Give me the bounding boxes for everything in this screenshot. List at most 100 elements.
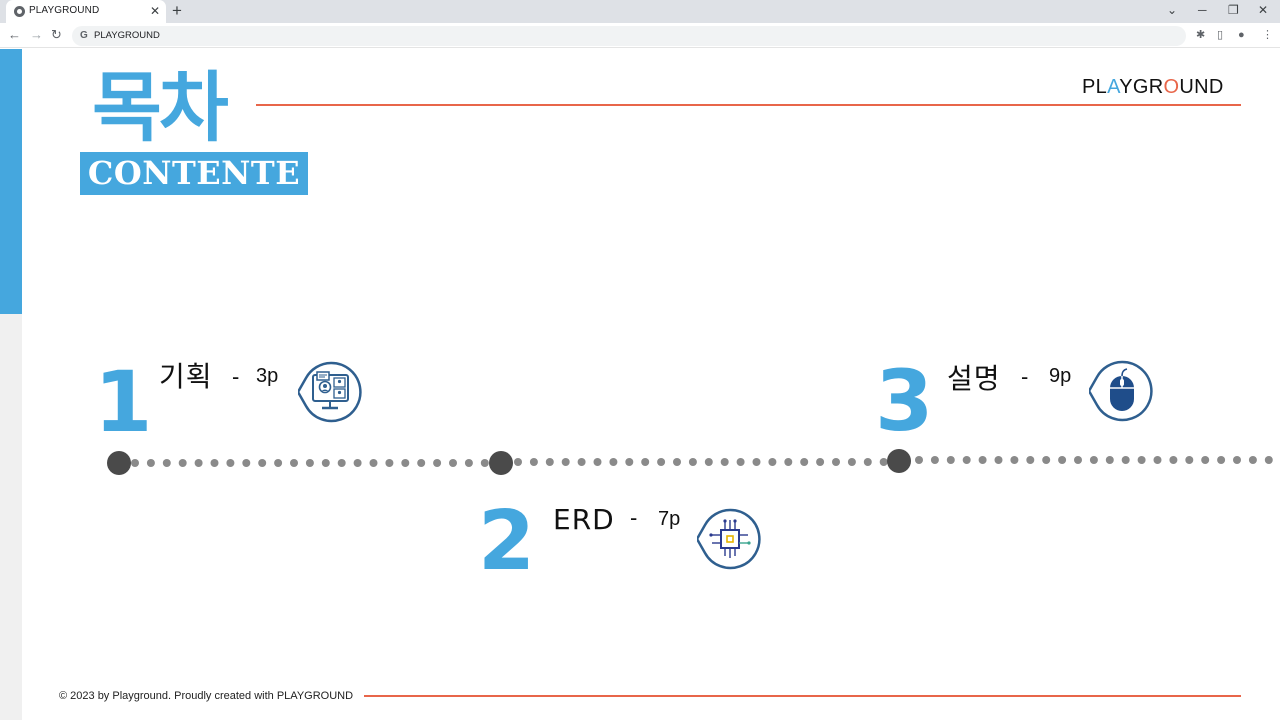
close-tab-icon[interactable]: ✕ [150,3,160,19]
timeline-dot [226,459,235,467]
timeline-dot [464,459,473,467]
timeline-dot [210,459,219,467]
presentation-icon [298,361,362,423]
timeline-dot [863,458,872,466]
timeline-dot [994,456,1003,464]
timeline-dot [784,458,793,466]
timeline-dot [433,459,442,467]
timeline-dot [930,456,939,464]
timeline-dot [879,458,888,466]
circuit-chip-icon [697,508,761,570]
toc-label-2[interactable]: ERD [553,504,615,536]
toc-page-3: 9p [1049,365,1072,387]
timeline-dot [816,458,825,466]
profile-icon[interactable]: ● [1238,28,1245,42]
back-button[interactable]: ← [8,27,21,43]
reload-button[interactable]: ↻ [51,27,62,43]
timeline-node-1[interactable] [107,451,131,475]
toc-label-3[interactable]: 설명 [947,363,1001,395]
toc-dash-1: - [232,364,240,389]
browser-tab[interactable]: PLAYGROUND ✕ [6,0,166,23]
timeline-dot [178,459,187,467]
timeline-dot [1153,456,1162,464]
footer-copyright: © 2023 by Playground. Proudly created wi… [59,690,354,702]
timeline-dot [1042,456,1051,464]
browser-toolbar: ← → ↻ G PLAYGROUND ✱ ▯ ● ⋮ [0,23,1280,48]
timeline-dot [274,459,283,467]
timeline-dot [609,458,618,466]
menu-icon[interactable]: ⋮ [1262,28,1273,42]
timeline-dot [1217,456,1226,464]
toc-page-2: 7p [658,508,681,530]
timeline-dot [657,458,666,466]
timeline-dot [385,459,394,467]
timeline-dot [1137,456,1146,464]
timeline-dot [514,458,522,466]
timeline-dot [704,458,713,466]
tab-title: PLAYGROUND [29,5,100,16]
timeline-dot [242,459,251,467]
timeline-node-3[interactable] [887,449,911,473]
toc-number-2: 2 [478,494,536,589]
url-text[interactable]: PLAYGROUND [94,30,160,42]
timeline-dot [449,459,457,467]
tab-strip: PLAYGROUND ✕ + ⌄ ─ ❐ ✕ [0,0,1280,23]
new-tab-button[interactable]: + [172,1,182,21]
timeline-dot [1010,456,1019,464]
timeline-dot [545,458,554,466]
close-window-button[interactable]: ✕ [1258,2,1268,18]
timeline-dot [625,458,634,466]
timeline-dot [1105,456,1114,464]
timeline-dot [1121,456,1130,464]
timeline-dot [946,456,955,464]
timeline-dot [915,456,923,464]
timeline-dot [1185,456,1194,464]
timeline-dot [768,458,777,466]
timeline-dot [401,459,410,467]
timeline-dot [162,459,171,467]
timeline-dot [1233,456,1241,464]
side-panel-icon[interactable]: ▯ [1217,28,1223,42]
toc-number-3: 3 [875,352,934,450]
timeline-dot [529,458,538,466]
toc-dash-2: - [630,505,638,530]
timeline-dot [131,459,139,467]
extensions-icon[interactable]: ✱ [1196,28,1205,42]
timeline-dot [800,458,809,466]
timeline-dot [847,458,856,466]
timeline-dot [321,459,330,467]
toc-page-1: 3p [256,365,279,387]
mouse-icon [1089,360,1153,422]
timeline-dot [417,459,426,467]
footer-divider [364,695,1241,697]
timeline-dot [353,459,362,467]
timeline-node-2[interactable] [489,451,513,475]
timeline-dot [752,458,761,466]
timeline-dot [369,459,378,467]
timeline-dot [736,458,745,466]
toc-number-1: 1 [94,353,153,451]
restore-button[interactable]: ❐ [1228,2,1239,18]
forward-button[interactable]: → [30,27,43,43]
timeline-dot [673,458,681,466]
timeline-dot [146,459,155,467]
timeline-dot [1169,456,1178,464]
timeline-dot [1201,456,1210,464]
google-icon: G [80,30,88,41]
timeline-dot [978,456,987,464]
timeline-dot [258,459,267,467]
timeline-dot [1026,456,1035,464]
timeline-dot [337,459,346,467]
address-bar[interactable]: G PLAYGROUND [72,26,1186,46]
toc-label-1[interactable]: 기획 [159,361,213,393]
tab-search-icon[interactable]: ⌄ [1167,2,1177,18]
timeline-dot [194,459,203,467]
timeline-dot [641,458,650,466]
timeline-dot [480,459,489,467]
timeline-dot [305,459,314,467]
minimize-button[interactable]: ─ [1198,2,1207,18]
timeline-dot [688,458,697,466]
timeline-dot [962,456,971,464]
toc-dash-3: - [1021,364,1029,389]
timeline-dot [1074,456,1082,464]
